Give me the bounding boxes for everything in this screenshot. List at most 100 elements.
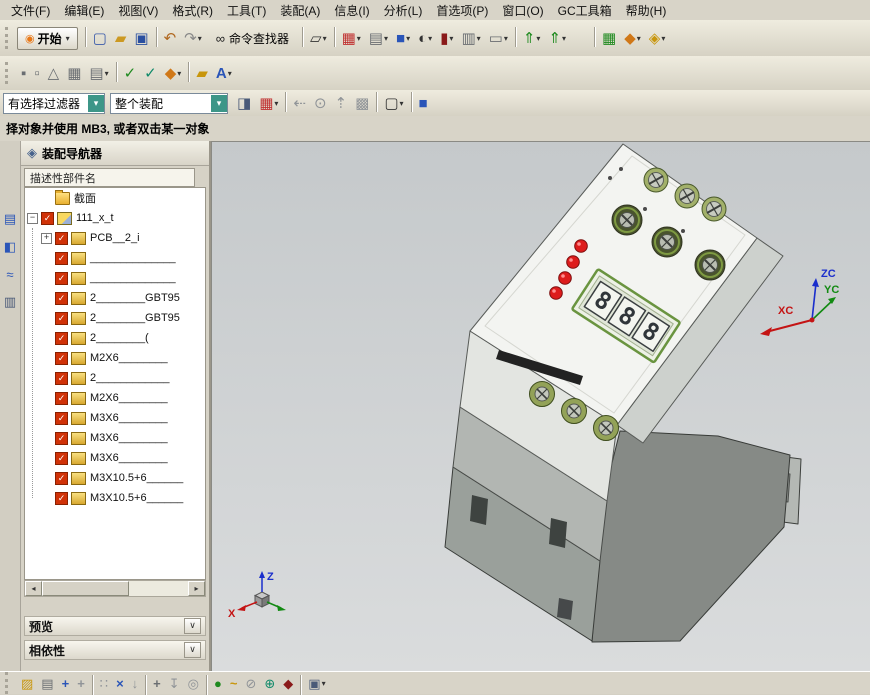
visibility-checkbox[interactable] [55, 452, 68, 465]
tree-item-part-4[interactable]: ______________ [25, 248, 205, 268]
chevron-down-icon[interactable]: ▾ [88, 95, 104, 112]
assembly-constraints-button[interactable]: ▮▾ [436, 25, 457, 51]
scroll-left-button[interactable]: ◂ [25, 581, 42, 596]
annotation-button[interactable]: ▰▾ [192, 60, 212, 86]
chevron-down-icon[interactable]: ▾ [428, 34, 432, 43]
chevron-down-icon[interactable]: ▾ [477, 34, 481, 43]
menu-analysis[interactable]: 分析(L) [377, 0, 430, 21]
chevron-down-icon[interactable]: ▾ [322, 679, 326, 688]
tree-item-m3x6-2[interactable]: M3X6________ [25, 428, 205, 448]
work-section-button[interactable]: ■▾ [415, 90, 432, 116]
insert-plus-button[interactable]: +▾ [149, 673, 165, 694]
menu-view[interactable]: 视图(V) [111, 0, 165, 21]
tree-item-part-10[interactable]: 2____________ [25, 368, 205, 388]
dependencies-section-header[interactable]: 相依性 ∨ [24, 640, 206, 660]
selection-filter-select[interactable]: 有选择过滤器 ▾ [3, 93, 105, 114]
target-point-button[interactable]: ◎▾ [184, 673, 203, 694]
chevron-down-icon[interactable]: ▾ [384, 34, 388, 43]
standard-parts-button[interactable]: ◈▾ [645, 25, 670, 51]
orient-view-button[interactable]: ■▾ [392, 25, 414, 51]
snapshot-button[interactable]: ◨▾ [233, 90, 255, 116]
tree-item-m3x6-3[interactable]: M3X6________ [25, 448, 205, 468]
import-button[interactable]: ⇑▾ [519, 25, 545, 51]
tree-item-part-5[interactable]: ______________ [25, 268, 205, 288]
menu-window[interactable]: 窗口(O) [495, 0, 550, 21]
chevron-down-icon[interactable]: ∨ [184, 618, 201, 634]
prev-view-button[interactable]: ⇠▾ [289, 90, 310, 116]
menu-tools[interactable]: 工具(T) [220, 0, 273, 21]
display-mode-button[interactable]: ▫▾ [30, 60, 43, 86]
tree-item-m2x6-2[interactable]: M2X6________ [25, 388, 205, 408]
measure-tool-button[interactable]: ◆▾ [161, 60, 186, 86]
selection-scope-select[interactable]: 整个装配 ▾ [110, 93, 228, 114]
menu-edit[interactable]: 编辑(E) [57, 0, 111, 21]
tree-item-m2x6-1[interactable]: M2X6________ [25, 348, 205, 368]
expander-toggle[interactable]: − [27, 213, 38, 224]
column-header-part-name[interactable]: 描述性部件名 [24, 168, 195, 187]
visibility-checkbox[interactable] [55, 292, 68, 305]
start-button[interactable]: ◉ 开始 ▾ [17, 27, 78, 50]
visibility-checkbox[interactable] [55, 332, 68, 345]
chevron-down-icon[interactable]: ▾ [637, 34, 641, 43]
chevron-down-icon[interactable]: ▾ [105, 69, 109, 78]
history-palette-button[interactable]: ◧ [4, 239, 16, 255]
visibility-checkbox[interactable] [55, 232, 68, 245]
triangle-mesh-button[interactable]: △▾ [44, 60, 64, 86]
verify-sketch-button[interactable]: ✓▾ [120, 60, 141, 86]
toolbar-grip[interactable] [5, 672, 13, 694]
view-settings-button[interactable]: ▦▾ [338, 25, 365, 51]
edit-sketch-button[interactable]: ▨▾ [17, 673, 37, 694]
menu-gc-toolbox[interactable]: GC工具箱 [551, 0, 619, 21]
chevron-down-icon[interactable]: ▾ [198, 34, 202, 43]
rect-select-button[interactable]: ▢▾ [380, 90, 407, 116]
chevron-down-icon[interactable]: ∨ [184, 642, 201, 658]
tree-item-gbt95-2[interactable]: 2________GBT95 [25, 308, 205, 328]
snap-grid-toggle-button[interactable]: ∷▾ [96, 673, 112, 694]
drop-down-button[interactable]: ↓▾ [128, 673, 143, 694]
visibility-checkbox[interactable] [55, 392, 68, 405]
show-hide-button[interactable]: ▭▾ [485, 25, 512, 51]
add-point-button[interactable]: +▾ [73, 673, 89, 694]
chevron-down-icon[interactable]: ▾ [177, 69, 181, 78]
chevron-down-icon[interactable]: ▾ [536, 34, 540, 43]
visibility-checkbox[interactable] [55, 372, 68, 385]
gc-tools-button[interactable]: ◆▾ [620, 25, 645, 51]
menu-assemblies[interactable]: 装配(A) [273, 0, 327, 21]
quadrant-snap-button[interactable]: ⊕▾ [260, 673, 279, 694]
sheet-button[interactable]: ▤▾ [37, 673, 57, 694]
visibility-checkbox[interactable] [55, 312, 68, 325]
roles-palette-button[interactable]: ▤ [4, 211, 16, 227]
save-button[interactable]: ▣▾ [130, 25, 152, 51]
layer-stack-button[interactable]: ▤▾ [85, 60, 112, 86]
tree-horizontal-scrollbar[interactable]: ◂ ▸ [24, 580, 206, 597]
chevron-down-icon[interactable]: ▾ [449, 34, 453, 43]
3d-scene[interactable]: 8 8 8 XC YC ZC [212, 142, 870, 672]
pattern-button[interactable]: ▩▾ [351, 90, 373, 116]
tree-item-m3x10-2[interactable]: M3X10.5+6______ [25, 488, 205, 508]
chevron-down-icon[interactable]: ▾ [323, 34, 327, 43]
preview-section-header[interactable]: 预览 ∨ [24, 616, 206, 636]
menu-file[interactable]: 文件(F) [4, 0, 57, 21]
tree-item-sections[interactable]: 截面 [25, 188, 205, 208]
grid-display-button[interactable]: ▦▾ [63, 60, 85, 86]
web-browser-palette-button[interactable]: ≈ [6, 267, 13, 282]
scroll-track[interactable] [42, 581, 188, 596]
visibility-checkbox[interactable] [55, 352, 68, 365]
shaded-tool-button[interactable]: ⊙▾ [310, 90, 331, 116]
integration-palette-button[interactable]: ▥ [4, 294, 16, 310]
redo-button[interactable]: ↷▾ [180, 25, 206, 51]
render-style-button[interactable]: ◐▾ [414, 25, 436, 51]
chevron-down-icon[interactable]: ▾ [211, 95, 227, 112]
chevron-down-icon[interactable]: ▾ [562, 34, 566, 43]
no-snap-button[interactable]: ⊘▾ [241, 673, 260, 694]
menu-format[interactable]: 格式(R) [165, 0, 220, 21]
object-display-button[interactable]: ▪▾ [17, 60, 30, 86]
menu-preferences[interactable]: 首选项(P) [429, 0, 495, 21]
pin-button[interactable]: ↧▾ [165, 673, 184, 694]
chevron-down-icon[interactable]: ▾ [228, 69, 232, 78]
chevron-down-icon[interactable]: ▾ [504, 34, 508, 43]
menu-information[interactable]: 信息(I) [327, 0, 376, 21]
menu-help[interactable]: 帮助(H) [619, 0, 674, 21]
visibility-checkbox[interactable] [55, 252, 68, 265]
delete-x-button[interactable]: ×▾ [112, 673, 128, 694]
